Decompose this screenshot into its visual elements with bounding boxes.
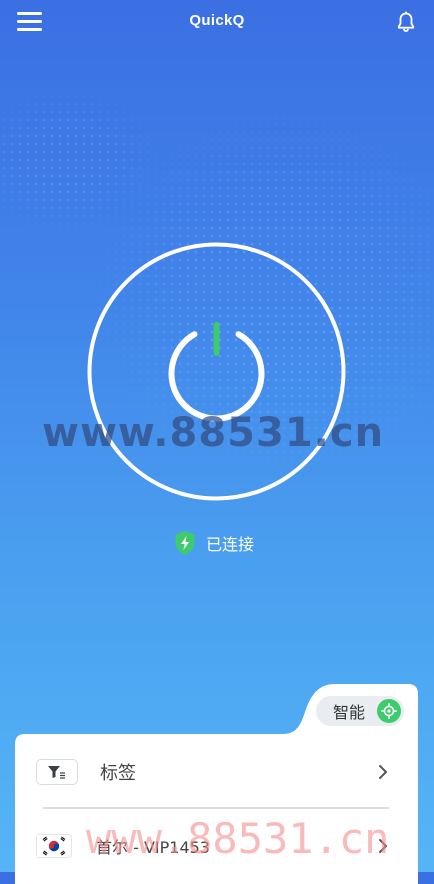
top-bar: QuickQ: [0, 0, 434, 44]
smart-mode-toggle[interactable]: 智能: [316, 696, 404, 726]
south-korea-flag-icon: [36, 834, 72, 858]
server-label: 首尔 - VIP1453: [96, 838, 210, 857]
smart-mode-icon: [377, 699, 401, 723]
tag-filter-row[interactable]: 标签: [36, 750, 396, 794]
bell-icon[interactable]: [396, 11, 416, 33]
chevron-right-icon: [379, 765, 387, 779]
bottom-panel: 智能 标签 首尔 - VIP1453: [15, 684, 418, 884]
power-icon: [168, 322, 265, 422]
server-select-row[interactable]: 首尔 - VIP1453: [36, 824, 396, 868]
tag-label: 标签: [100, 763, 136, 784]
status-label: 已连接: [206, 535, 255, 554]
chevron-right-icon: [379, 839, 387, 853]
watermark-text: www.88531.cn: [42, 410, 385, 456]
connection-status: 已连接: [174, 530, 254, 556]
shield-lightning-icon: [175, 531, 195, 555]
mode-label: 智能: [333, 703, 366, 722]
background-dot-map-left: [0, 60, 220, 260]
power-button[interactable]: [87, 242, 346, 501]
filter-list-icon: [36, 759, 78, 785]
panel-divider: [43, 807, 389, 809]
app-title: QuickQ: [189, 12, 245, 29]
